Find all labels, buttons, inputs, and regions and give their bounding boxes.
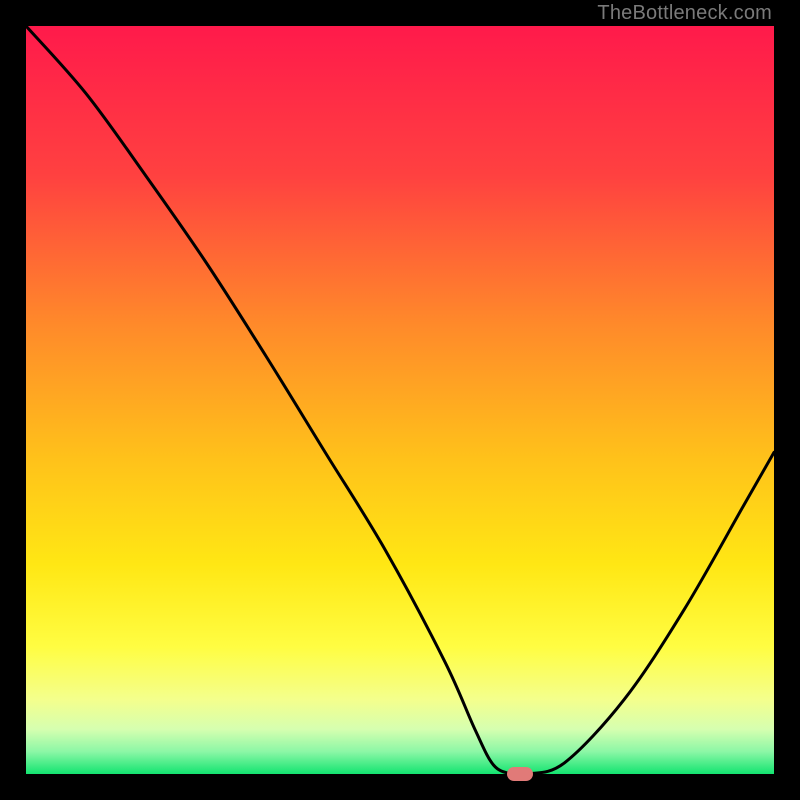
watermark-text: TheBottleneck.com [597,2,772,25]
chart-frame: TheBottleneck.com [0,0,800,800]
optimal-marker [507,767,533,781]
gradient-canvas [26,26,774,774]
